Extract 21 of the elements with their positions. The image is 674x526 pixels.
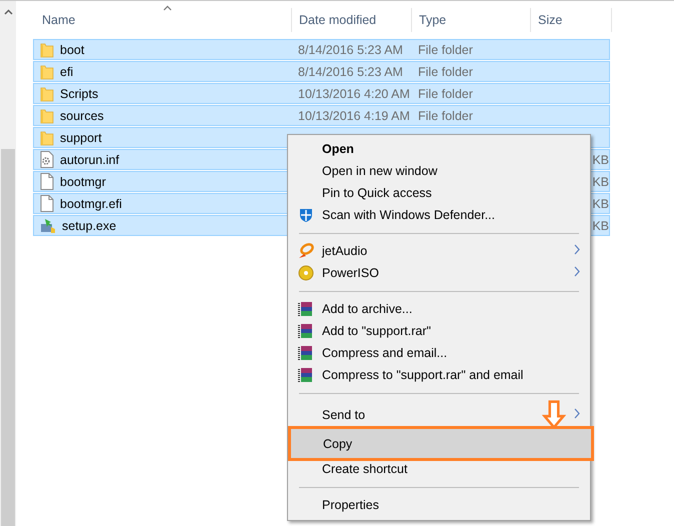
table-cell: File folder bbox=[418, 64, 473, 78]
file-name: bootmgr bbox=[60, 174, 106, 188]
table-cell: 8/14/2016 5:23 AM bbox=[298, 42, 403, 56]
table-cell: File folder bbox=[418, 108, 473, 122]
file-name: support bbox=[60, 130, 102, 144]
table-cell: KB bbox=[592, 218, 609, 232]
table-cell: 10/13/2016 4:20 AM bbox=[298, 86, 410, 100]
file-name: boot bbox=[60, 42, 84, 56]
file-name: bootmgr.efi bbox=[60, 196, 122, 210]
table-cell: KB bbox=[592, 152, 609, 166]
file-name: autorun.inf bbox=[60, 152, 120, 166]
table-cell: 10/13/2016 4:19 AM bbox=[298, 108, 410, 122]
table-cell: File folder bbox=[418, 86, 473, 100]
file-name: sources bbox=[60, 108, 104, 122]
table-cell: KB bbox=[592, 174, 609, 188]
table-cell: File folder bbox=[418, 42, 473, 56]
file-name: Scripts bbox=[60, 86, 98, 100]
file-name: efi bbox=[60, 64, 74, 78]
table-cell: 8/14/2016 5:23 AM bbox=[298, 64, 403, 78]
file-name: setup.exe bbox=[62, 218, 116, 232]
table-cell: KB bbox=[592, 196, 609, 210]
